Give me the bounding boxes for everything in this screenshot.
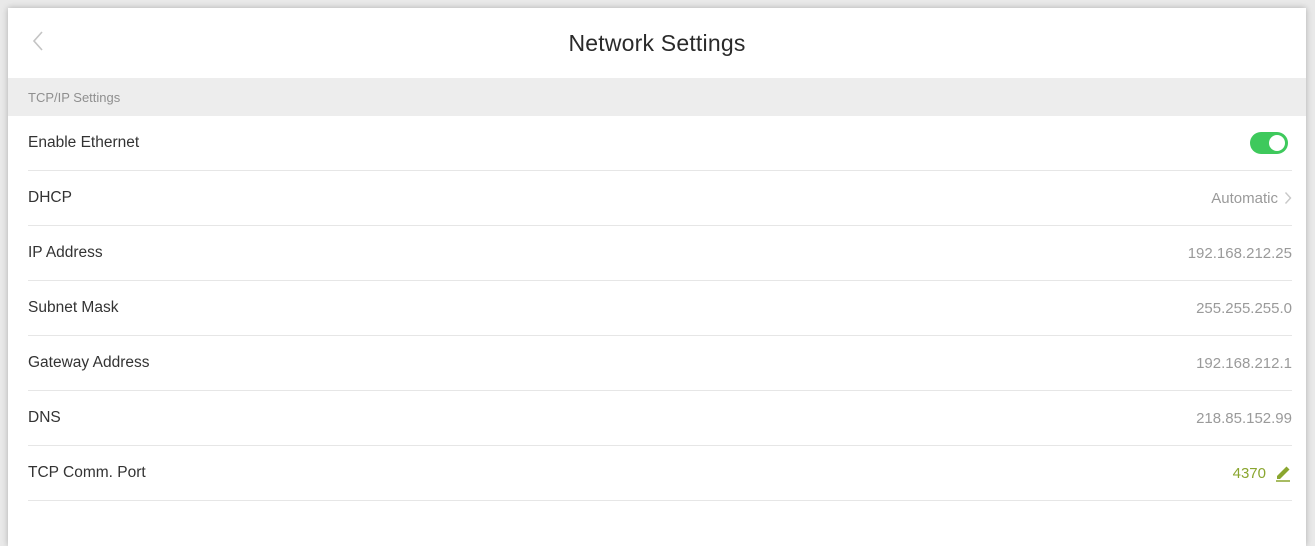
row-label: TCP Comm. Port: [28, 464, 146, 481]
back-button[interactable]: [28, 30, 48, 56]
section-header-tcpip: TCP/IP Settings: [8, 78, 1306, 116]
chevron-left-icon: [32, 30, 44, 57]
ip-address-value: 192.168.212.25: [1187, 244, 1292, 262]
ethernet-toggle[interactable]: [1250, 132, 1288, 154]
page-title: Network Settings: [568, 29, 746, 56]
subnet-mask-value: 255.255.255.0: [1196, 299, 1292, 317]
dhcp-value: Automatic: [1211, 189, 1278, 207]
dhcp-value-wrap: Automatic: [1211, 190, 1292, 207]
row-label: DNS: [28, 409, 61, 426]
row-ip-address: IP Address 192.168.212.25: [28, 226, 1292, 281]
row-dhcp[interactable]: DHCP Automatic: [28, 171, 1292, 226]
chevron-right-icon: [1284, 191, 1292, 205]
row-label: Subnet Mask: [28, 299, 119, 316]
row-label: Enable Ethernet: [28, 134, 140, 151]
network-settings-screen: Network Settings TCP/IP Settings Enable …: [8, 8, 1306, 546]
dns-value: 218.85.152.99: [1196, 409, 1292, 427]
toggle-knob: [1269, 135, 1285, 151]
row-label: Gateway Address: [28, 354, 150, 371]
header-bar: Network Settings: [8, 8, 1306, 78]
tcp-port-value: 4370: [1232, 464, 1266, 482]
row-dns: DNS 218.85.152.99: [28, 391, 1292, 446]
row-subnet-mask: Subnet Mask 255.255.255.0: [28, 281, 1292, 336]
row-enable-ethernet: Enable Ethernet: [28, 116, 1292, 171]
gateway-address-value: 192.168.212.1: [1196, 354, 1292, 372]
row-tcp-comm-port: TCP Comm. Port 4370: [28, 446, 1292, 501]
row-label: DHCP: [28, 189, 72, 206]
pencil-icon[interactable]: [1274, 464, 1292, 482]
port-value-wrap: 4370: [1233, 464, 1292, 482]
settings-list: Enable Ethernet DHCP Automatic IP Addres…: [8, 116, 1306, 501]
row-gateway-address: Gateway Address 192.168.212.1: [28, 336, 1292, 391]
row-label: IP Address: [28, 244, 103, 261]
